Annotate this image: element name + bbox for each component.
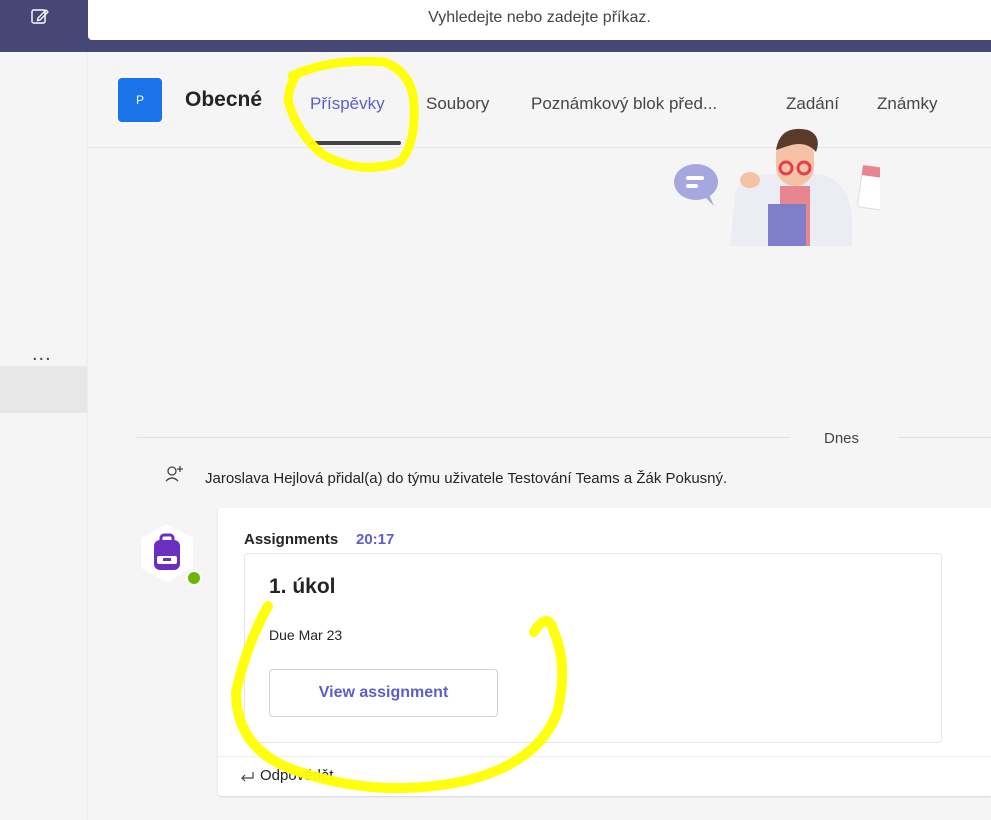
- presence-available-icon: [186, 570, 202, 586]
- channel-title: Obecné: [185, 88, 263, 111]
- reply-bar[interactable]: Odpovědět: [218, 756, 991, 796]
- reply-arrow-icon: [241, 772, 254, 782]
- date-separator: Dnes: [824, 430, 860, 447]
- calendar-icon: [857, 165, 880, 214]
- add-member-icon: [165, 466, 183, 482]
- active-tab-indicator: [310, 141, 401, 145]
- selected-channel-row[interactable]: [0, 366, 87, 413]
- message-author: Assignments: [244, 531, 339, 548]
- assignment-due-date: Due Mar 23: [269, 627, 343, 643]
- compose-icon[interactable]: [30, 6, 50, 26]
- message-time: 20:17: [356, 531, 395, 548]
- view-assignment-button[interactable]: View assignment: [269, 669, 498, 717]
- reply-label: Odpovědět: [260, 767, 334, 784]
- chat-bubble-icon: [674, 164, 718, 206]
- team-avatar[interactable]: P: [118, 78, 162, 122]
- tab-soubory[interactable]: Soubory: [426, 93, 489, 115]
- assignment-title: 1. úkol: [269, 575, 336, 598]
- more-options-icon[interactable]: ...: [32, 344, 52, 364]
- assignment-card: 1. úkol Due Mar 23 View assignment: [244, 553, 942, 743]
- tab-prispevky[interactable]: Příspěvky: [310, 93, 385, 115]
- welcome-illustration: [674, 128, 880, 246]
- search-placeholder: Vyhledejte nebo zadejte příkaz.: [428, 9, 651, 26]
- top-bar: Vyhledejte nebo zadejte příkaz.: [0, 0, 991, 52]
- member-added-activity: Jaroslava Hejlová přidal(a) do týmu uživ…: [205, 470, 728, 487]
- tab-znamky[interactable]: Známky: [877, 93, 937, 115]
- teacher-figure: [730, 128, 852, 246]
- left-rail: ...: [0, 52, 88, 820]
- date-divider-right: [898, 437, 991, 438]
- search-input[interactable]: Vyhledejte nebo zadejte příkaz.: [88, 0, 991, 40]
- assignment-message: Assignments 20:17 1. úkol Due Mar 23 Vie…: [218, 508, 991, 796]
- date-divider-left: [137, 437, 790, 438]
